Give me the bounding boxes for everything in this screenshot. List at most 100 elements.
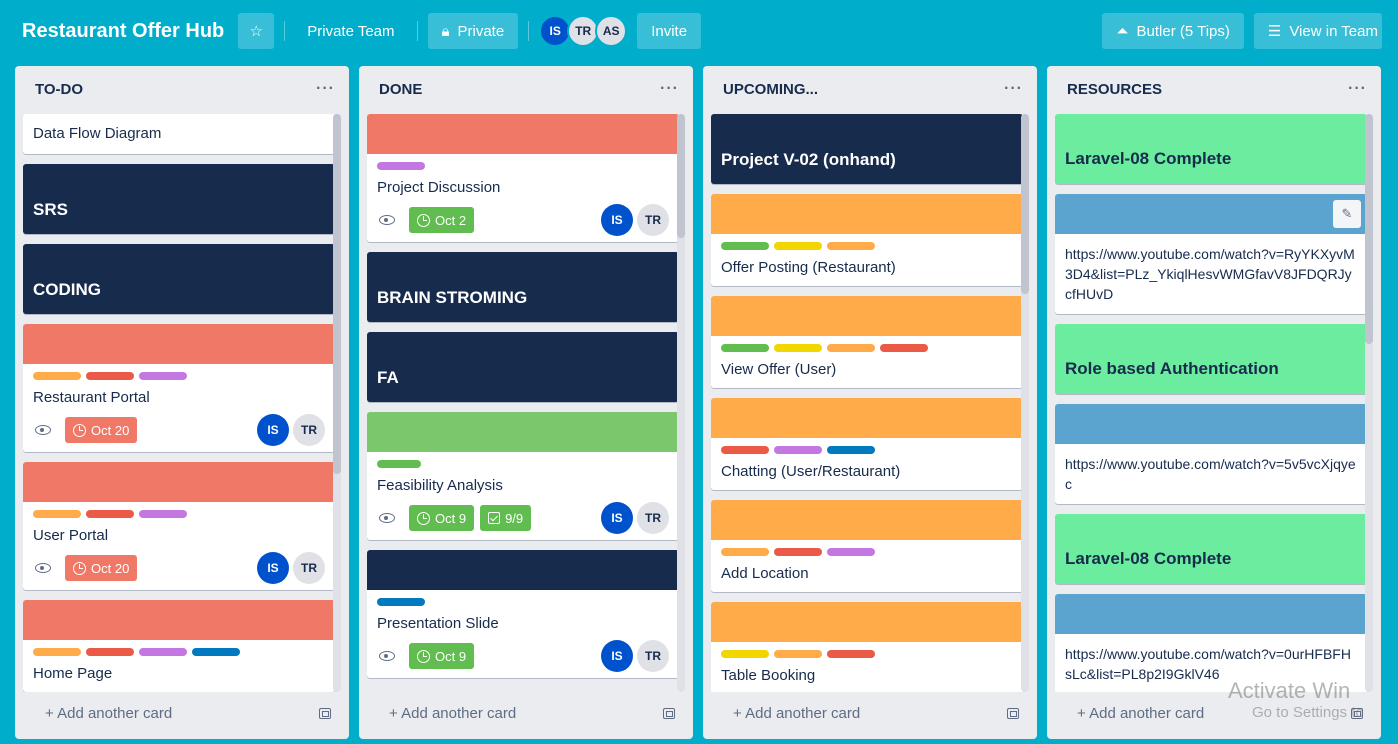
label-orange[interactable] — [827, 344, 875, 352]
due-date-badge[interactable]: Oct 9 — [409, 643, 475, 669]
card[interactable]: Laravel-08 Complete — [1055, 514, 1367, 584]
member-avatar[interactable]: TR — [637, 502, 669, 534]
label-yellow[interactable] — [774, 242, 822, 250]
card[interactable]: Presentation Slide Oct 9 IS TR — [367, 550, 679, 678]
list-title[interactable]: UPCOMING... — [723, 81, 818, 98]
scroll-thumb[interactable] — [333, 114, 341, 474]
list-title[interactable]: DONE — [379, 81, 422, 98]
label-orange[interactable] — [33, 510, 81, 518]
list-scrollbar[interactable] — [333, 114, 341, 692]
view-in-team-button[interactable]: ☰ View in Team — [1253, 13, 1382, 49]
butler-button[interactable]: ⏶ Butler (5 Tips) — [1102, 13, 1244, 49]
due-date-badge[interactable]: Oct 20 — [65, 555, 138, 581]
list-header[interactable]: RESOURCES ··· — [1047, 66, 1381, 112]
label-purple[interactable] — [774, 446, 822, 454]
label-red[interactable] — [827, 650, 875, 658]
scroll-thumb[interactable] — [677, 114, 685, 238]
card[interactable]: Restaurant Portal Oct 20 IS TR — [23, 324, 335, 452]
card-template-icon[interactable] — [1007, 707, 1019, 719]
add-card-button[interactable]: + Add another card — [45, 705, 172, 722]
add-card-button[interactable]: + Add another card — [1077, 705, 1204, 722]
list-header[interactable]: UPCOMING... ··· — [703, 66, 1037, 112]
card[interactable]: Table Booking — [711, 602, 1023, 692]
list-title[interactable]: RESOURCES — [1067, 81, 1162, 98]
member-avatar[interactable]: TR — [293, 414, 325, 446]
label-red[interactable] — [86, 372, 134, 380]
card[interactable]: Offer Posting (Restaurant) — [711, 194, 1023, 286]
visibility-button[interactable]: 🔒︎ Private — [427, 13, 519, 49]
label-yellow[interactable] — [721, 650, 769, 658]
due-date-badge[interactable]: Oct 20 — [65, 417, 138, 443]
label-purple[interactable] — [377, 162, 425, 170]
label-red[interactable] — [86, 648, 134, 656]
label-orange[interactable] — [33, 648, 81, 656]
member-avatar[interactable]: IS — [601, 640, 633, 672]
card[interactable]: User Portal Oct 20 IS TR — [23, 462, 335, 590]
label-green[interactable] — [721, 344, 769, 352]
label-red[interactable] — [774, 548, 822, 556]
label-red[interactable] — [86, 510, 134, 518]
label-yellow[interactable] — [774, 344, 822, 352]
list-menu-icon[interactable]: ··· — [1004, 80, 1023, 98]
member-avatar[interactable]: IS — [601, 502, 633, 534]
member-avatar[interactable]: TR — [637, 640, 669, 672]
card[interactable]: Add Location — [711, 500, 1023, 592]
list-title[interactable]: TO-DO — [35, 81, 83, 98]
card[interactable]: SRS — [23, 164, 335, 234]
label-purple[interactable] — [139, 510, 187, 518]
member-avatar[interactable]: IS — [257, 552, 289, 584]
list-menu-icon[interactable]: ··· — [660, 80, 679, 98]
label-purple[interactable] — [827, 548, 875, 556]
label-blue[interactable] — [827, 446, 875, 454]
label-orange[interactable] — [774, 650, 822, 658]
card[interactable]: Home Page — [23, 600, 335, 692]
card-template-icon[interactable] — [663, 707, 675, 719]
member-avatar[interactable]: TR — [637, 204, 669, 236]
list-menu-icon[interactable]: ··· — [316, 80, 335, 98]
label-orange[interactable] — [33, 372, 81, 380]
board-title[interactable]: Restaurant Offer Hub — [22, 20, 224, 43]
card[interactable]: Project Discussion Oct 2 IS TR — [367, 114, 679, 242]
list-scrollbar[interactable] — [1021, 114, 1029, 692]
due-date-badge[interactable]: Oct 9 — [409, 505, 475, 531]
label-orange[interactable] — [827, 242, 875, 250]
card-link[interactable]: https://www.youtube.com/watch?v=RyYKXyvM… — [1055, 234, 1367, 314]
card[interactable]: https://www.youtube.com/watch?v=5v5vcXjq… — [1055, 404, 1367, 504]
scroll-thumb[interactable] — [1021, 114, 1029, 294]
due-date-badge[interactable]: Oct 2 — [409, 207, 475, 233]
label-green[interactable] — [721, 242, 769, 250]
add-card-button[interactable]: + Add another card — [733, 705, 860, 722]
list-menu-icon[interactable]: ··· — [1348, 80, 1367, 98]
invite-button[interactable]: Invite — [637, 13, 702, 49]
list-scrollbar[interactable] — [1365, 114, 1373, 692]
checklist-badge[interactable]: 9/9 — [480, 505, 532, 531]
card[interactable]: Data Flow Diagram — [23, 114, 335, 154]
card[interactable]: Role based Authentication — [1055, 324, 1367, 394]
label-red[interactable] — [880, 344, 928, 352]
card[interactable]: CODING — [23, 244, 335, 314]
card[interactable]: View Offer (User) — [711, 296, 1023, 388]
label-blue[interactable] — [377, 598, 425, 606]
label-blue[interactable] — [192, 648, 240, 656]
label-purple[interactable] — [139, 372, 187, 380]
card[interactable]: Project V-02 (onhand) — [711, 114, 1023, 184]
member-avatar[interactable]: IS — [601, 204, 633, 236]
card[interactable]: Laravel-08 Complete — [1055, 114, 1367, 184]
member-avatar[interactable]: TR — [293, 552, 325, 584]
label-red[interactable] — [721, 446, 769, 454]
member-avatar[interactable]: IS — [257, 414, 289, 446]
star-board-button[interactable]: ☆ — [238, 13, 275, 49]
card[interactable]: FA — [367, 332, 679, 402]
label-orange[interactable] — [721, 548, 769, 556]
card-link[interactable]: https://www.youtube.com/watch?v=5v5vcXjq… — [1055, 444, 1367, 504]
card[interactable]: Chatting (User/Restaurant) — [711, 398, 1023, 490]
card[interactable]: Feasibility Analysis Oct 9 9/9 IS TR — [367, 412, 679, 540]
edit-card-button[interactable]: ✎ — [1333, 200, 1361, 228]
card[interactable]: ✎ https://www.youtube.com/watch?v=RyYKXy… — [1055, 194, 1367, 314]
list-header[interactable]: DONE ··· — [359, 66, 693, 112]
card[interactable]: BRAIN STROMING — [367, 252, 679, 322]
member-avatar[interactable]: AS — [595, 15, 628, 47]
list-header[interactable]: TO-DO ··· — [15, 66, 349, 112]
list-scrollbar[interactable] — [677, 114, 685, 692]
scroll-thumb[interactable] — [1365, 114, 1373, 344]
